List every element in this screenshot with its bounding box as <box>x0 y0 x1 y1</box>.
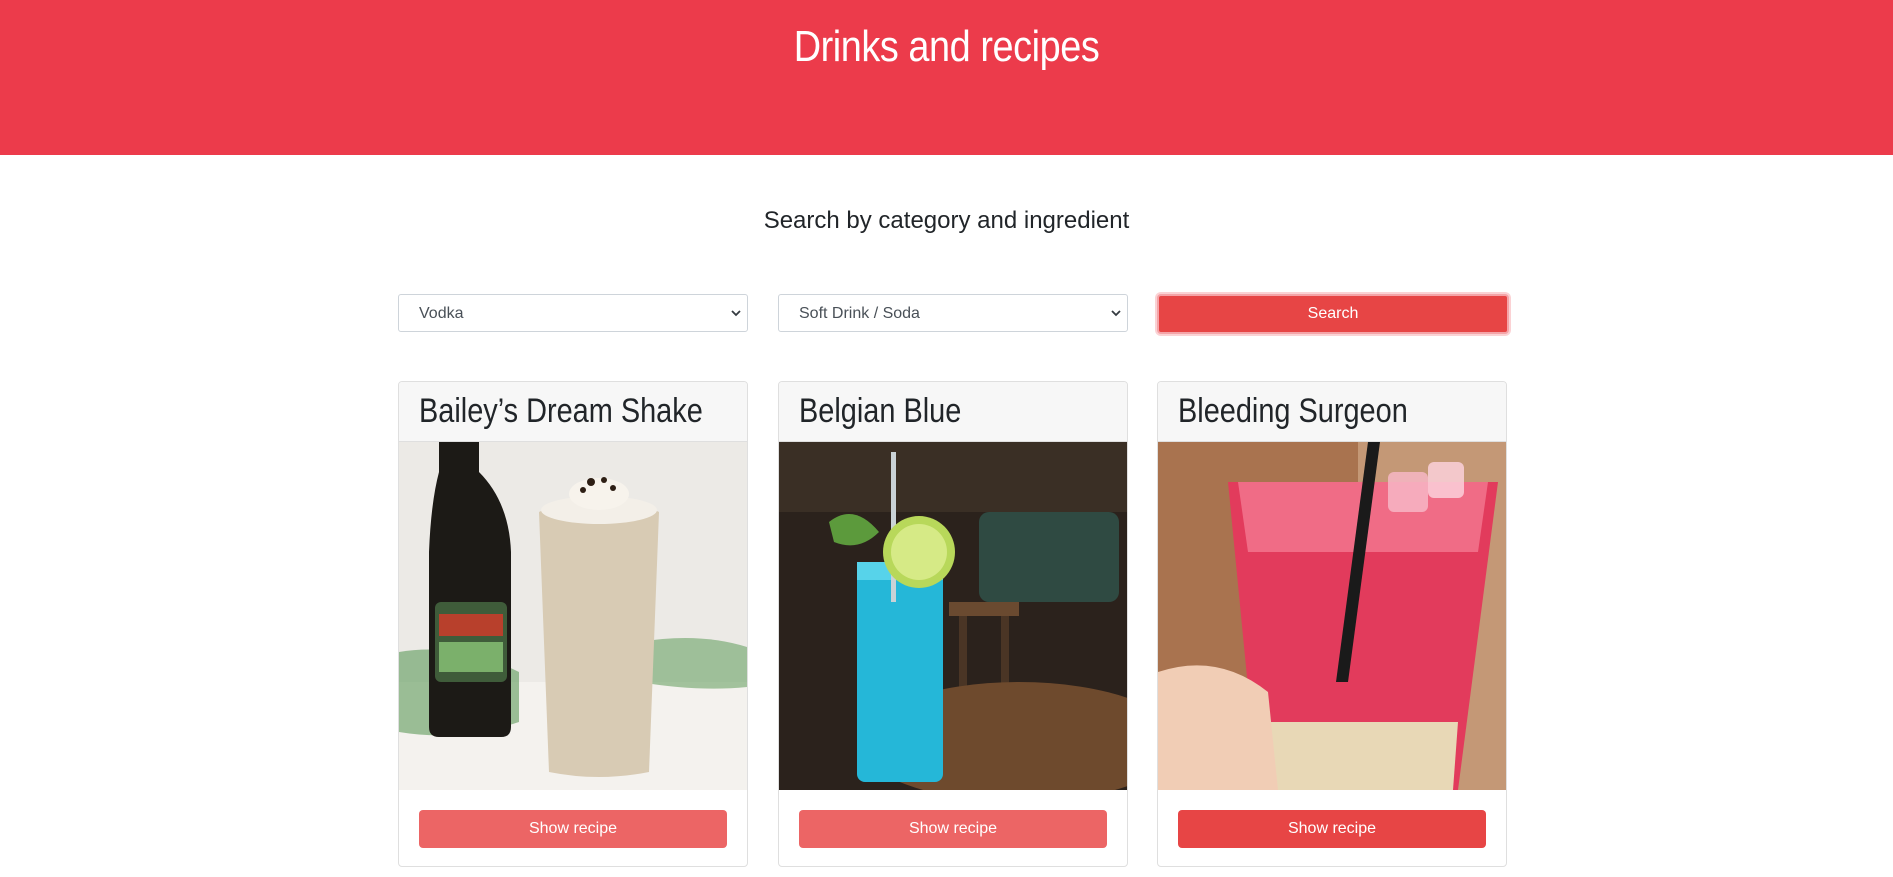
show-recipe-button[interactable]: Show recipe <box>1178 810 1486 848</box>
drink-image <box>399 442 747 790</box>
card-header: Bleeding Surgeon <box>1158 382 1506 442</box>
card-header: Belgian Blue <box>779 382 1127 442</box>
page-header: Drinks and recipes <box>0 0 1893 155</box>
drink-card: Bleeding Surgeon Show recipe <box>1157 381 1507 867</box>
card-header: Bailey’s Dream Shake <box>399 382 747 442</box>
drink-title: Belgian Blue <box>799 392 962 430</box>
page-title: Drinks and recipes <box>793 22 1100 71</box>
drink-title: Bailey’s Dream Shake <box>419 392 703 430</box>
drink-title: Bleeding Surgeon <box>1178 392 1408 430</box>
show-recipe-button[interactable]: Show recipe <box>419 810 727 848</box>
chevron-down-icon <box>1111 310 1121 317</box>
chevron-down-icon <box>731 310 741 317</box>
ingredient-select[interactable]: Vodka <box>398 294 748 332</box>
search-button[interactable]: Search <box>1157 294 1509 334</box>
drink-image <box>779 442 1127 790</box>
drink-card: Belgian Blue Show recipe <box>778 381 1128 867</box>
category-select-value: Soft Drink / Soda <box>799 305 920 322</box>
ingredient-select-value: Vodka <box>419 305 464 322</box>
drink-card: Bailey’s Dream Shake Show recipe <box>398 381 748 867</box>
drink-image <box>1158 442 1506 790</box>
search-subtitle: Search by category and ingredient <box>763 207 1130 234</box>
category-select[interactable]: Soft Drink / Soda <box>778 294 1128 332</box>
show-recipe-button[interactable]: Show recipe <box>799 810 1107 848</box>
